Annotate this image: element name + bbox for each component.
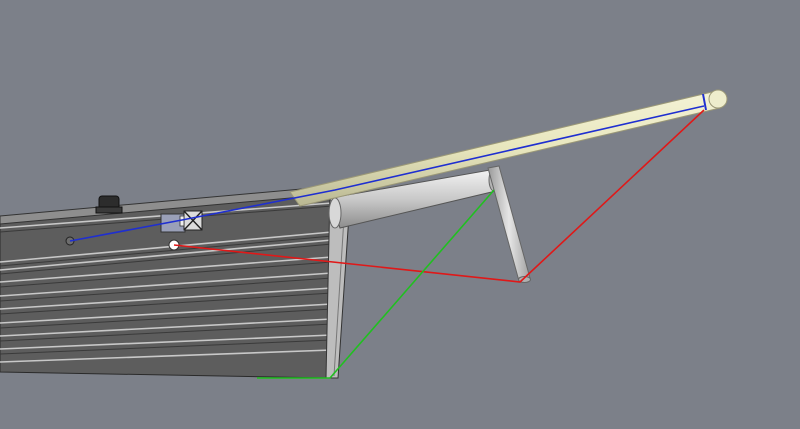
ship-bow-model[interactable] bbox=[0, 0, 800, 429]
bowsprit-spar[interactable] bbox=[289, 89, 728, 207]
dolphin-striker[interactable] bbox=[487, 165, 531, 283]
cad-3d-viewport[interactable] bbox=[0, 0, 800, 429]
forestay-fitting[interactable] bbox=[160, 210, 203, 233]
deck-cleat[interactable] bbox=[95, 195, 123, 214]
